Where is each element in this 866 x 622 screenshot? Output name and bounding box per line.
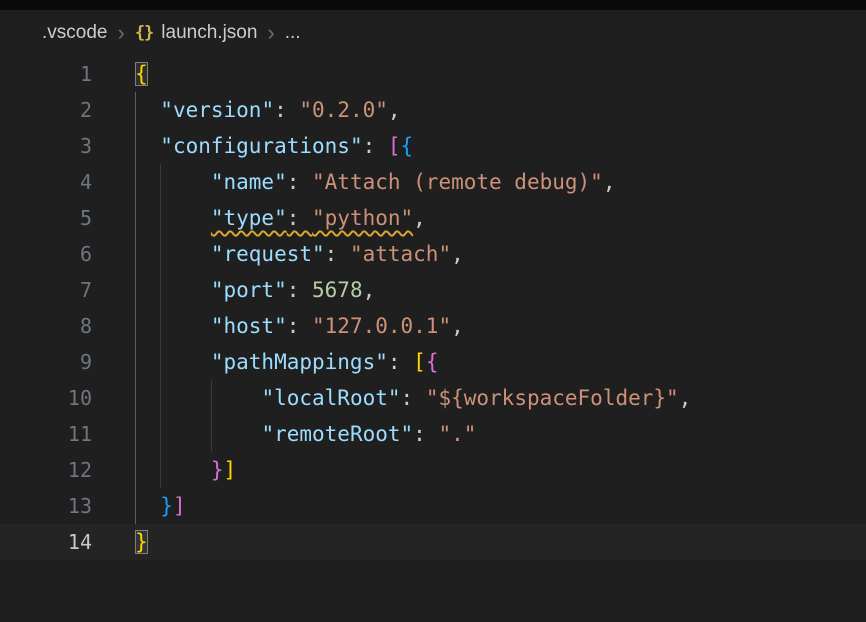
code-token: , [451, 242, 464, 266]
code-token: } [211, 458, 224, 482]
code-token: "python" [312, 206, 413, 230]
code-token: "attach" [350, 242, 451, 266]
breadcrumb-symbol-more[interactable]: ... [285, 22, 301, 44]
code-text: }] [92, 452, 236, 488]
code-text: "name": "Attach (remote debug)", [92, 164, 615, 200]
code-line[interactable]: 10 "localRoot": "${workspaceFolder}", [0, 380, 866, 416]
code-line[interactable]: 3 "configurations": [{ [0, 128, 866, 164]
code-text: "type": "python", [92, 200, 426, 236]
breadcrumb-folder[interactable]: .vscode [42, 22, 107, 44]
line-number[interactable]: 4 [0, 164, 92, 200]
chevron-right-icon: › [117, 22, 124, 44]
code-line[interactable]: 9 "pathMappings": [{ [0, 344, 866, 380]
matched-bracket: { [135, 62, 148, 86]
code-line[interactable]: 1{ [0, 56, 866, 92]
json-file-icon: {} [135, 23, 153, 43]
code-token: , [388, 98, 401, 122]
code-token: { [426, 350, 439, 374]
code-token: , [451, 314, 464, 338]
line-number[interactable]: 5 [0, 200, 92, 236]
code-token: } [160, 494, 173, 518]
line-number[interactable]: 13 [0, 488, 92, 524]
code-line[interactable]: 4 "name": "Attach (remote debug)", [0, 164, 866, 200]
code-text: "request": "attach", [92, 236, 464, 272]
code-token: : [413, 422, 438, 446]
code-token: "host" [211, 314, 287, 338]
code-token: "remoteRoot" [261, 422, 413, 446]
code-line[interactable]: 2 "version": "0.2.0", [0, 92, 866, 128]
code-token: "localRoot" [261, 386, 400, 410]
code-token: [ [413, 350, 426, 374]
code-line[interactable]: 14} [0, 524, 866, 560]
code-token: : [274, 98, 299, 122]
line-number[interactable]: 1 [0, 56, 92, 92]
chevron-right-icon: › [267, 22, 274, 44]
code-text: "pathMappings": [{ [92, 344, 438, 380]
code-token: : [287, 278, 312, 302]
code-token: [ [388, 134, 401, 158]
code-text: "host": "127.0.0.1", [92, 308, 464, 344]
code-token: 5678 [312, 278, 363, 302]
code-line[interactable]: 12 }] [0, 452, 866, 488]
code-text: "configurations": [{ [92, 128, 413, 164]
line-number[interactable]: 7 [0, 272, 92, 308]
code-line[interactable]: 7 "port": 5678, [0, 272, 866, 308]
code-token: "Attach (remote debug)" [312, 170, 603, 194]
code-token: : [287, 206, 312, 230]
code-token: "${workspaceFolder}" [426, 386, 679, 410]
code-text: "port": 5678, [92, 272, 375, 308]
code-token: : [401, 386, 426, 410]
matched-bracket: } [135, 530, 148, 554]
breadcrumb: .vscode › {} launch.json › ... [0, 10, 866, 56]
code-line[interactable]: 8 "host": "127.0.0.1", [0, 308, 866, 344]
line-number[interactable]: 8 [0, 308, 92, 344]
code-token: "0.2.0" [299, 98, 388, 122]
line-number[interactable]: 11 [0, 416, 92, 452]
line-number[interactable]: 3 [0, 128, 92, 164]
line-number[interactable]: 12 [0, 452, 92, 488]
code-text: } [92, 524, 148, 560]
line-number[interactable]: 10 [0, 380, 92, 416]
line-number[interactable]: 9 [0, 344, 92, 380]
code-token: "127.0.0.1" [312, 314, 451, 338]
code-text: "localRoot": "${workspaceFolder}", [92, 380, 691, 416]
code-token: , [679, 386, 692, 410]
top-bar [0, 0, 866, 10]
code-token: ] [173, 494, 186, 518]
code-line[interactable]: 11 "remoteRoot": "." [0, 416, 866, 452]
code-token: "request" [211, 242, 325, 266]
code-token: ] [224, 458, 237, 482]
code-token: "." [438, 422, 476, 446]
code-text: }] [92, 488, 186, 524]
code-token: "pathMappings" [211, 350, 388, 374]
code-line[interactable]: 13 }] [0, 488, 866, 524]
code-line[interactable]: 6 "request": "attach", [0, 236, 866, 272]
code-token: : [388, 350, 413, 374]
code-text: { [92, 56, 148, 92]
code-token: "type" [211, 206, 287, 230]
code-token: , [413, 206, 426, 230]
editor-code-area[interactable]: 1{2 "version": "0.2.0",3 "configurations… [0, 56, 866, 560]
line-number[interactable]: 6 [0, 236, 92, 272]
code-token: { [401, 134, 414, 158]
breadcrumb-file[interactable]: launch.json [161, 22, 257, 44]
code-token: , [603, 170, 616, 194]
code-token: : [287, 314, 312, 338]
code-token: "port" [211, 278, 287, 302]
code-token: , [363, 278, 376, 302]
code-token: "version" [160, 98, 274, 122]
code-line[interactable]: 5 "type": "python", [0, 200, 866, 236]
code-token: : [287, 170, 312, 194]
code-token: "name" [211, 170, 287, 194]
code-text: "remoteRoot": "." [92, 416, 476, 452]
code-token: : [325, 242, 350, 266]
code-text: "version": "0.2.0", [92, 92, 401, 128]
line-number[interactable]: 14 [0, 524, 92, 560]
code-token: "configurations" [160, 134, 362, 158]
line-number[interactable]: 2 [0, 92, 92, 128]
code-token: : [363, 134, 388, 158]
